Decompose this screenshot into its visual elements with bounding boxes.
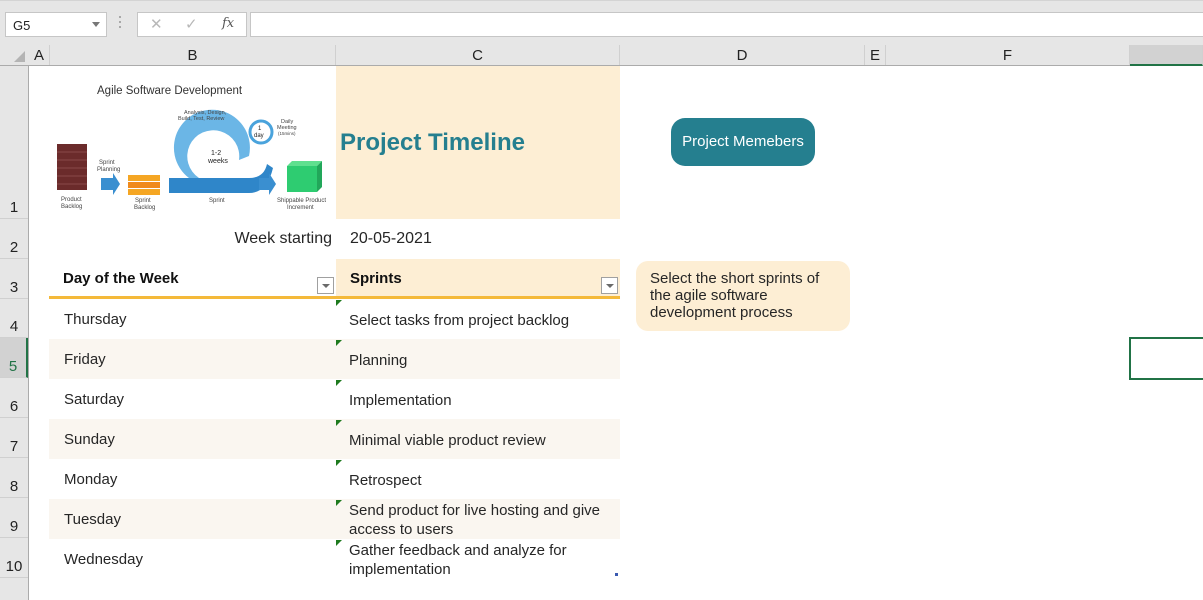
column-header-a[interactable]: A [29, 45, 50, 65]
label-sprint-backlog-2: Backlog [134, 205, 155, 211]
label-sprint-backlog-1: Sprint [135, 198, 151, 204]
formula-bar: G5 ✕ ✓ fx [0, 0, 1203, 45]
week-starting-value[interactable]: 20-05-2021 [350, 230, 432, 248]
header-sprints-label: Sprints [350, 270, 402, 287]
name-box[interactable]: G5 [5, 12, 107, 37]
label-sprint-planning-1: Sprint [99, 160, 115, 166]
day-cell[interactable]: Saturday [64, 391, 124, 408]
error-indicator-icon [336, 420, 342, 426]
filter-dropdown-icon[interactable] [317, 277, 334, 294]
label-shippable-1: Shippable Product [277, 198, 326, 204]
day-cell[interactable]: Wednesday [64, 551, 143, 568]
project-members-button[interactable]: Project Memebers [671, 118, 815, 166]
row-header-9[interactable]: 9 [0, 498, 28, 538]
column-header-b[interactable]: B [50, 45, 336, 65]
sprint-cell[interactable]: Select tasks from project backlog [349, 311, 614, 330]
chevron-down-icon[interactable] [92, 22, 100, 27]
table-row[interactable]: Saturday Implementation [49, 379, 620, 419]
sprint-cell[interactable]: Implementation [349, 391, 614, 410]
selected-cell-g5[interactable] [1129, 337, 1203, 380]
label-1-day-1: 1 [258, 126, 262, 132]
table-row[interactable]: Wednesday Gather feedback and analyze fo… [49, 539, 620, 579]
label-backlog: Backlog [61, 204, 82, 210]
error-indicator-icon [336, 500, 342, 506]
table-row[interactable]: Monday Retrospect [49, 459, 620, 499]
day-cell[interactable]: Tuesday [64, 511, 121, 528]
page-title: Project Timeline [340, 129, 525, 156]
sprint-cell[interactable]: Retrospect [349, 471, 614, 490]
row-header-1[interactable]: 1 [0, 66, 28, 219]
label-sprint-planning-2: Planning [97, 167, 120, 173]
table-row[interactable]: Sunday Minimal viable product review [49, 419, 620, 459]
label-product: Product [61, 197, 82, 203]
column-header-e[interactable]: E [865, 45, 886, 65]
error-indicator-icon [336, 380, 342, 386]
error-indicator-icon [336, 300, 342, 306]
row-header-6[interactable]: 6 [0, 378, 28, 418]
sprint-cell[interactable]: Planning [349, 351, 614, 370]
sprint-cell[interactable]: Minimal viable product review [349, 431, 614, 450]
sprint-backlog-icon [128, 175, 160, 195]
formula-buttons: ✕ ✓ fx [137, 12, 247, 37]
label-daily-3: (15mins) [278, 131, 296, 136]
row-header-5[interactable]: 5 [0, 338, 28, 378]
row-header-2[interactable]: 2 [0, 219, 28, 259]
day-cell[interactable]: Sunday [64, 431, 115, 448]
grip-icon [119, 16, 122, 32]
row-header-4[interactable]: 4 [0, 299, 28, 338]
error-indicator-icon [336, 340, 342, 346]
filter-dropdown-icon[interactable] [601, 277, 618, 294]
arrow-icon [101, 173, 120, 195]
formula-input[interactable] [250, 12, 1203, 37]
error-indicator-icon [336, 460, 342, 466]
day-cell[interactable]: Thursday [64, 311, 127, 328]
select-all-button[interactable] [0, 45, 29, 65]
title-cell[interactable]: Project Timeline [336, 66, 620, 219]
row-header-10[interactable]: 10 [0, 538, 28, 578]
shippable-increment-icon [287, 161, 322, 192]
column-header-f[interactable]: F [886, 45, 1130, 65]
agile-diagram-image[interactable]: Agile Software Development Product Backl… [49, 72, 336, 217]
row-header-3[interactable]: 3 [0, 259, 28, 299]
day-cell[interactable]: Friday [64, 351, 106, 368]
column-header-d[interactable]: D [620, 45, 865, 65]
column-headers: A B C D E F [0, 45, 1203, 66]
week-starting-label: Week starting [234, 230, 332, 247]
column-header-c[interactable]: C [336, 45, 620, 65]
label-analysis-2: Build, Test, Review [178, 116, 224, 122]
label-weeks-1: 1-2 [211, 150, 221, 157]
table-row[interactable]: Thursday Select tasks from project backl… [49, 299, 620, 339]
day-cell[interactable]: Monday [64, 471, 117, 488]
row-header-8[interactable]: 8 [0, 458, 28, 498]
check-icon[interactable]: ✓ [185, 15, 198, 33]
header-day-of-week[interactable]: Day of the Week [49, 259, 336, 299]
error-indicator-icon [336, 540, 342, 546]
table-row[interactable]: Friday Planning [49, 339, 620, 379]
header-sprints[interactable]: Sprints [336, 259, 620, 299]
header-day-label: Day of the Week [63, 270, 179, 287]
label-1-day-2: day [254, 133, 264, 139]
image-title: Agile Software Development [97, 85, 243, 97]
sprint-cell[interactable]: Gather feedback and analyze for implemen… [349, 541, 614, 579]
insert-function-icon[interactable]: fx [222, 16, 234, 31]
label-sprint: Sprint [209, 198, 225, 204]
table-resize-handle[interactable] [615, 573, 618, 576]
product-backlog-icon [57, 144, 87, 190]
select-all-icon [14, 51, 25, 62]
instruction-note[interactable]: Select the short sprints of the agile so… [636, 261, 850, 331]
cancel-icon[interactable]: ✕ [150, 15, 163, 33]
row-header-7[interactable]: 7 [0, 418, 28, 458]
column-header-g[interactable] [1130, 45, 1203, 66]
table-row[interactable]: Tuesday Send product for live hosting an… [49, 499, 620, 539]
sprint-cell[interactable]: Send product for live hosting and give a… [349, 501, 614, 539]
label-shippable-2: Increment [287, 205, 314, 211]
row-headers: 1 2 3 4 5 6 7 8 9 10 [0, 66, 29, 600]
label-weeks-2: weeks [207, 158, 228, 165]
name-box-value: G5 [13, 18, 31, 33]
